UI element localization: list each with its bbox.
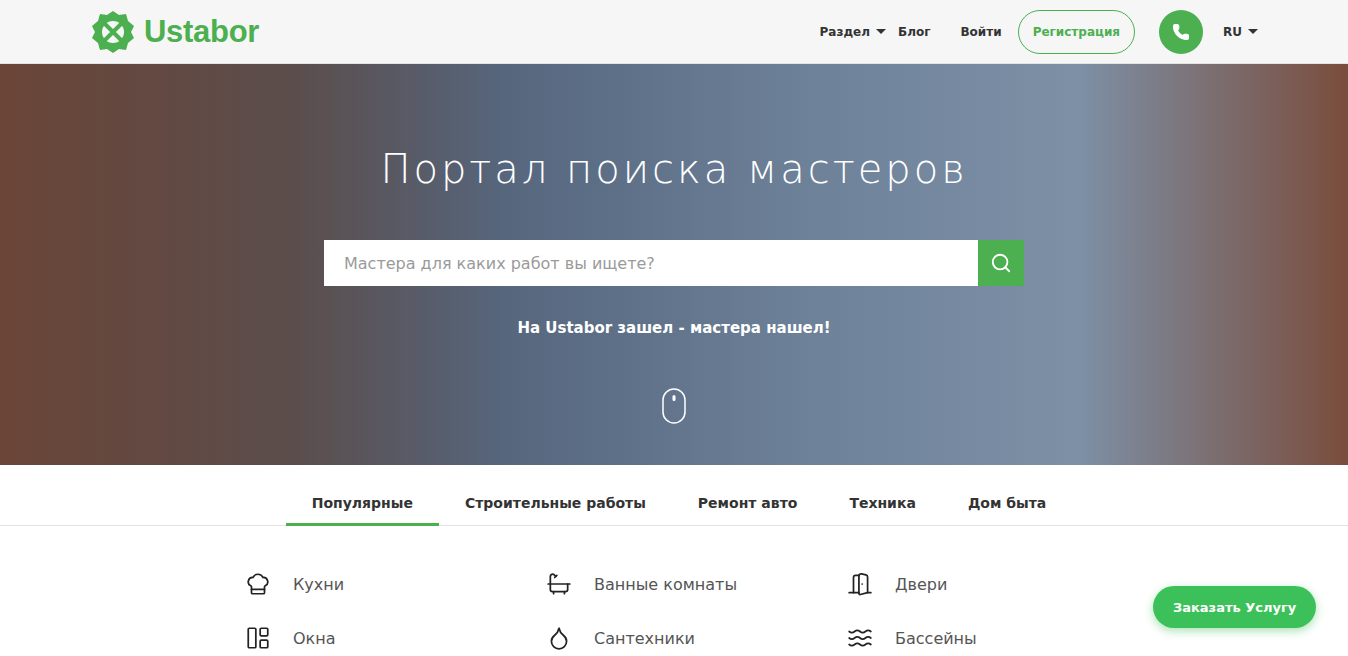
logo[interactable]: Ustabor: [90, 9, 259, 55]
category-tabs: ПопулярныеСтроительные работыРемонт авто…: [0, 465, 1348, 526]
caret-icon: [1248, 29, 1258, 34]
page: Ustabor Раздел Блог Войти Регистрация RU Порта…: [0, 0, 1348, 656]
door-icon: [847, 571, 873, 597]
bath-icon: [546, 571, 572, 597]
order-service-button[interactable]: Заказать Услугу: [1153, 586, 1316, 628]
category-item[interactable]: Бассейны: [847, 624, 1148, 652]
language-dropdown[interactable]: RU: [1223, 25, 1258, 39]
nav-link[interactable]: Блог: [898, 25, 930, 39]
hero-title: Портал поиска мастеров: [380, 144, 967, 194]
search-bar: [324, 240, 1024, 286]
category-item[interactable]: Окна: [245, 624, 546, 652]
hero: Портал поиска мастеров На Ustabor зашел -…: [0, 64, 1348, 465]
category-tab[interactable]: Ремонт авто: [672, 485, 824, 526]
header: Ustabor Раздел Блог Войти Регистрация RU: [0, 0, 1348, 64]
window-icon: [245, 625, 271, 651]
phone-icon: [1172, 23, 1190, 41]
toilet-icon: [546, 625, 572, 651]
phone-button[interactable]: [1159, 10, 1203, 54]
slogan: На Ustabor зашел - мастера нашел!: [517, 318, 830, 338]
category-item[interactable]: Сантехники: [546, 624, 847, 652]
search-button[interactable]: [978, 240, 1024, 286]
pool-icon: [847, 625, 873, 651]
register-button[interactable]: Регистрация: [1018, 10, 1135, 54]
nav-link[interactable]: Войти: [960, 25, 1001, 39]
category-item[interactable]: Двери: [847, 570, 1148, 598]
search-input[interactable]: [324, 240, 978, 286]
chef-hat-icon: [245, 571, 271, 597]
category-grid: КухниВанные комнатыДвери ОкнаСантехникиБа…: [245, 570, 1148, 652]
category-item[interactable]: Кухни: [245, 570, 546, 598]
category-tab[interactable]: Популярные: [286, 485, 439, 526]
logo-icon: [90, 9, 136, 55]
category-tab[interactable]: Строительные работы: [439, 485, 672, 526]
section-dropdown[interactable]: Раздел: [820, 25, 886, 39]
caret-icon: [876, 29, 886, 34]
scroll-mouse-icon[interactable]: [662, 388, 686, 424]
category-item[interactable]: Ванные комнаты: [546, 570, 847, 598]
category-tab[interactable]: Дом быта: [942, 485, 1072, 526]
category-tab[interactable]: Техника: [823, 485, 942, 526]
nav: Раздел Блог Войти Регистрация RU: [820, 10, 1258, 54]
search-icon: [990, 252, 1012, 274]
